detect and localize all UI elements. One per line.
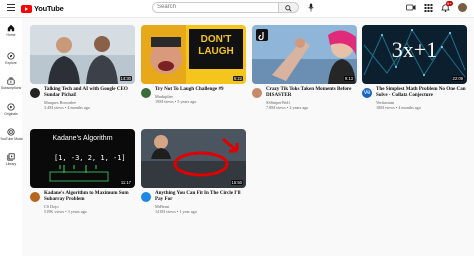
thumbnail-image [252, 25, 357, 84]
sidebar-item-youtube-music[interactable]: YouTube Music [0, 128, 24, 141]
channel-avatar[interactable] [141, 192, 151, 202]
sidebar-item-label: Originals [4, 112, 18, 116]
video-duration: 9:13 [343, 76, 354, 81]
search-icon [285, 5, 292, 12]
logo-text: YouTube [34, 4, 64, 13]
sidebar-item-label: YouTube Music [0, 137, 24, 141]
sidebar-item-library[interactable]: Library [0, 153, 22, 166]
video-thumbnail[interactable]: 3x+1 22:09 [362, 25, 467, 84]
user-avatar[interactable] [458, 3, 467, 12]
sidebar-item-label: Library [5, 162, 17, 166]
apps-grid-icon[interactable] [424, 2, 433, 13]
search-button[interactable] [279, 2, 299, 13]
video-thumbnail[interactable]: 14:30 [30, 25, 135, 84]
video-title[interactable]: The Simplest Math Problem No One Can Sol… [376, 86, 466, 99]
video-title[interactable]: Try Not To Laugh Challenge #9 [155, 86, 245, 92]
microphone-icon[interactable] [308, 3, 314, 12]
sidebar-item-home[interactable]: Home [0, 24, 22, 37]
channel-avatar[interactable] [252, 88, 262, 98]
svg-text:[1, -3, 2, 1, -1]: [1, -3, 2, 1, -1] [54, 154, 126, 162]
video-meta: 519K views • 3 years ago [44, 209, 87, 214]
compass-icon [7, 52, 15, 60]
thumbnail-caption: Kadane's Algorithm [52, 135, 113, 142]
subscriptions-icon [7, 77, 15, 85]
youtube-play-icon [21, 4, 32, 13]
video-meta: 7.8M views • 2 years ago [266, 105, 309, 110]
video-meta: 19M views • 5 years ago [155, 99, 197, 104]
sidebar-item-subscriptions[interactable]: Subscriptions [0, 77, 22, 90]
thumbnail-image [141, 129, 246, 188]
video-duration: 14:30 [119, 76, 132, 81]
youtube-logo[interactable]: YouTube [21, 4, 64, 13]
channel-avatar[interactable] [141, 88, 151, 98]
sidebar-item-label: Home [6, 33, 16, 37]
thumbnail-caption: DON'T LAUGH [198, 34, 234, 57]
sidebar-item-label: Subscriptions [0, 86, 22, 90]
thumbnail-image [30, 25, 135, 84]
channel-avatar[interactable] [30, 88, 40, 98]
video-thumbnail[interactable]: 9:13 [252, 25, 357, 84]
originals-icon [7, 103, 15, 111]
sidebar-item-originals[interactable]: Originals [0, 103, 22, 116]
video-thumbnail[interactable]: DON'T LAUGH 6:22 [141, 25, 246, 84]
video-meta: 18M views • 4 months ago [376, 105, 421, 110]
video-meta: 3.4M views • 4 months ago [44, 105, 90, 110]
video-title[interactable]: Kadane's Algorithm to Maximum Sum Subarr… [44, 190, 134, 203]
music-icon [7, 128, 15, 136]
video-duration: 11:17 [119, 180, 132, 185]
sidebar: Home Explore Subscriptions Originals You… [0, 18, 24, 256]
video-title[interactable]: Talking Tech and AI with Google CEO Sund… [44, 86, 134, 99]
thumbnail-caption: 3x+1 [391, 37, 438, 62]
home-icon [7, 24, 15, 32]
hamburger-menu-icon[interactable] [7, 4, 15, 12]
sidebar-item-label: Explore [5, 61, 17, 65]
video-thumbnail[interactable]: 15:50 [141, 129, 246, 188]
channel-avatar[interactable]: Ve [362, 88, 372, 98]
sidebar-item-explore[interactable]: Explore [0, 52, 22, 65]
notification-count-badge: 9+ [446, 1, 453, 6]
video-duration: 22:09 [451, 76, 464, 81]
video-duration: 6:22 [232, 76, 243, 81]
channel-avatar[interactable] [30, 192, 40, 202]
top-bar: YouTube 9+ [0, 0, 474, 18]
create-video-icon[interactable] [406, 2, 416, 13]
video-title[interactable]: Anything You Can Fit In The Circle I'll … [155, 190, 245, 203]
video-duration: 15:50 [230, 180, 243, 185]
library-icon [7, 153, 15, 161]
video-meta: 141M views • 1 year ago [155, 209, 197, 214]
search-input[interactable] [152, 2, 279, 13]
veritasium-logo-icon: Ve [363, 90, 371, 96]
video-title[interactable]: Crazy Tik Toks Taken Moments Before DISA… [266, 86, 356, 99]
video-thumbnail[interactable]: [1, -3, 2, 1, -1] Kadane's Algorithm 11:… [30, 129, 135, 188]
